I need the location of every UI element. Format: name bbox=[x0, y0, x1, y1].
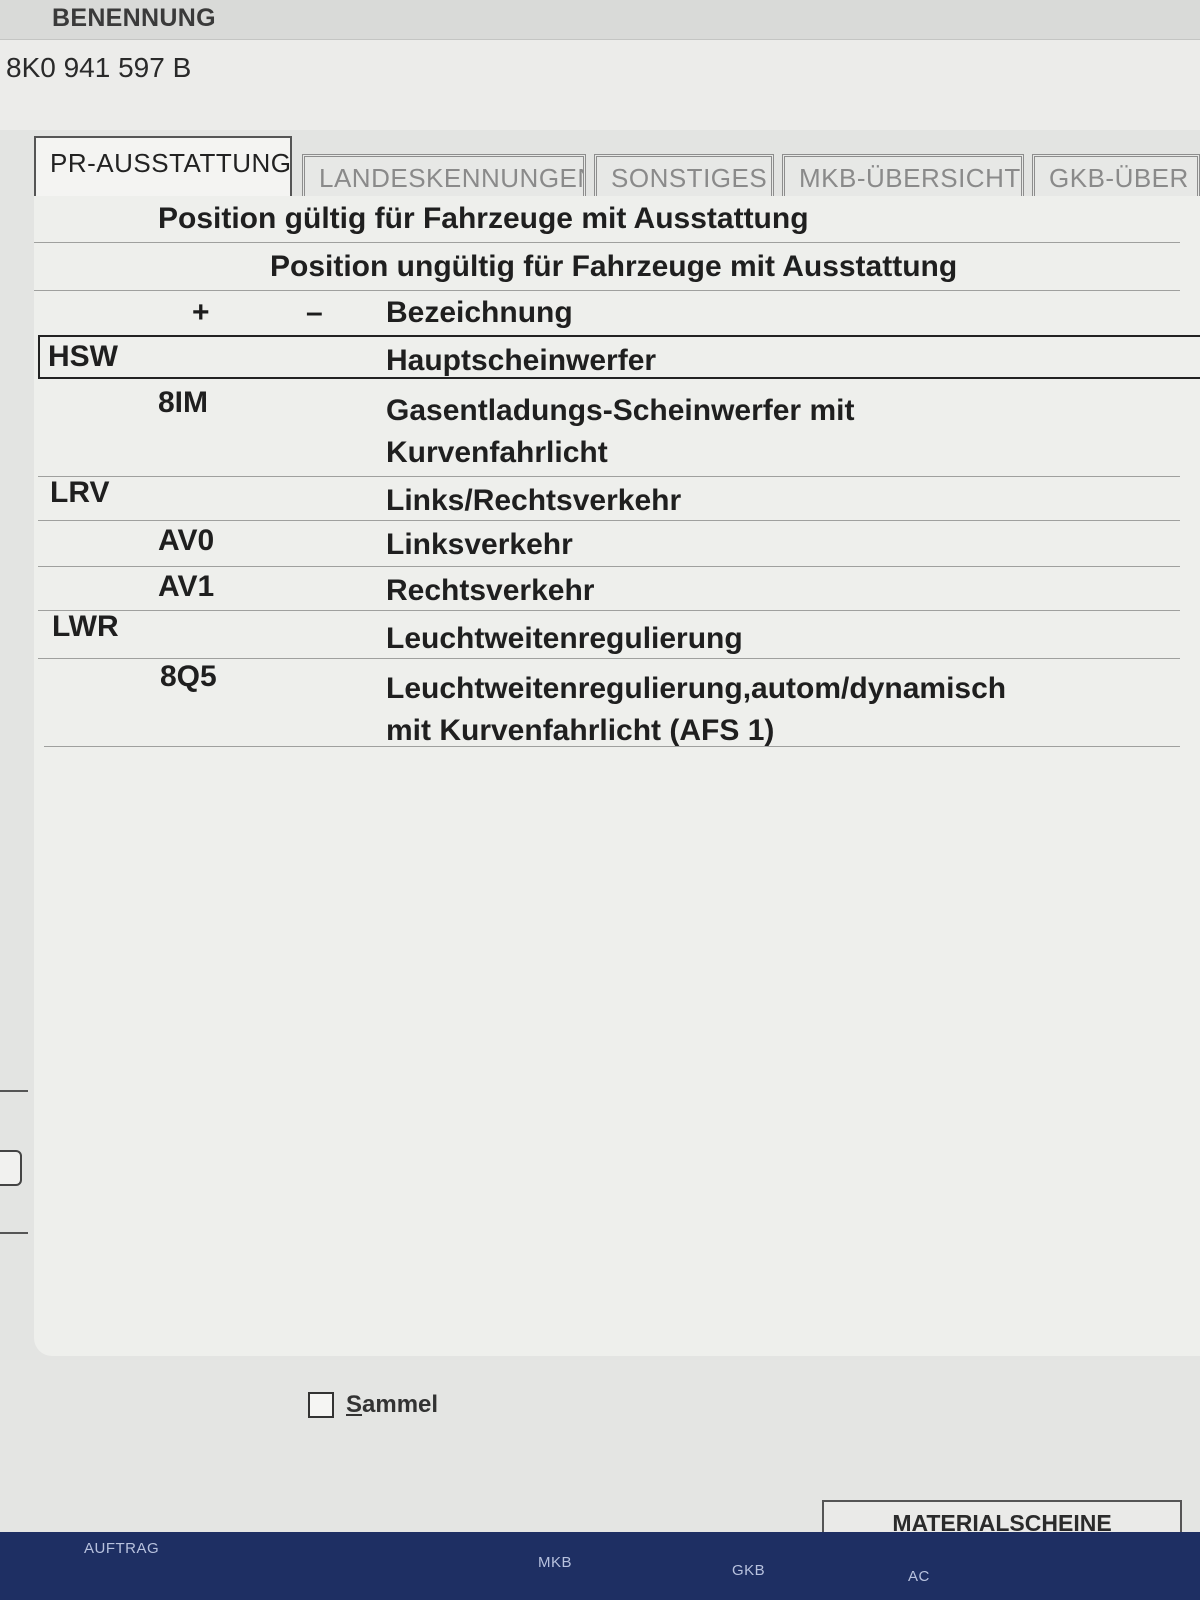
column-minus-header: – bbox=[306, 296, 323, 329]
bottom-nav-bar: AUFTRAG MKB GKB AC bbox=[0, 1532, 1200, 1600]
row-group-code: HSW bbox=[48, 340, 118, 373]
column-plus-header: + bbox=[192, 296, 210, 329]
tab-sonstiges[interactable]: SONSTIGES bbox=[594, 154, 774, 198]
sammel-checkbox[interactable] bbox=[308, 1392, 334, 1418]
left-edge-divider bbox=[0, 1090, 28, 1092]
sammel-label-text: ammel bbox=[362, 1391, 439, 1418]
row-description: Rechtsverkehr bbox=[386, 574, 595, 607]
header-invalid: Position ungültig für Fahrzeuge mit Auss… bbox=[270, 250, 958, 283]
row-plus-code: AV0 bbox=[158, 524, 215, 557]
row-description-line2: mit Kurvenfahrlicht (AFS 1) bbox=[386, 714, 775, 747]
divider bbox=[38, 520, 1180, 521]
row-description: Links/Rechtsverkehr bbox=[386, 484, 682, 517]
tab-pr-ausstattung[interactable]: PR-AUSSTATTUNG bbox=[34, 136, 292, 198]
row-description: Leuchtweitenregulierung bbox=[386, 622, 743, 655]
divider bbox=[34, 242, 1180, 243]
row-plus-code: AV1 bbox=[158, 570, 215, 603]
tab-bar: PR-AUSSTATTUNG LANDESKENNUNGEN SONSTIGES… bbox=[32, 136, 1200, 198]
row-description: Gasentladungs-Scheinwerfer mit bbox=[386, 394, 855, 427]
row-plus-code: 8IM bbox=[158, 386, 209, 419]
tab-mkb-uebersicht[interactable]: MKB-ÜBERSICHT bbox=[782, 154, 1024, 198]
divider bbox=[38, 610, 1180, 611]
side-handle-icon[interactable] bbox=[0, 1150, 22, 1186]
column-bezeichnung-header: Bezeichnung bbox=[386, 296, 573, 329]
divider bbox=[44, 746, 1180, 747]
row-description: Hauptscheinwerfer bbox=[386, 344, 657, 377]
bottom-nav-gkb[interactable]: GKB bbox=[732, 1562, 765, 1579]
row-description-line2: Kurvenfahrlicht bbox=[386, 436, 608, 469]
bottom-nav-ac[interactable]: AC bbox=[908, 1568, 930, 1585]
bottom-nav-auftrag[interactable]: AUFTRAG bbox=[84, 1540, 159, 1557]
row-group-code: LRV bbox=[50, 476, 110, 509]
header-valid: Position gültig für Fahrzeuge mit Aussta… bbox=[158, 202, 809, 235]
left-edge-divider bbox=[0, 1232, 28, 1234]
bottom-nav-mkb[interactable]: MKB bbox=[538, 1554, 572, 1571]
tab-gkb-uebersicht[interactable]: GKB-ÜBER bbox=[1032, 154, 1200, 198]
row-description: Linksverkehr bbox=[386, 528, 573, 561]
part-number: 8K0 941 597 B bbox=[6, 52, 192, 83]
sammel-mnemonic: S bbox=[346, 1391, 363, 1418]
pr-table-panel: Position gültig für Fahrzeuge mit Aussta… bbox=[34, 196, 1200, 1356]
divider bbox=[38, 476, 1180, 477]
benennung-label: BENENNUNG bbox=[52, 4, 216, 32]
title-strip: BENENNUNG bbox=[0, 0, 1200, 40]
divider bbox=[38, 566, 1180, 567]
row-description: Leuchtweitenregulierung,autom/dynamisch bbox=[386, 672, 1007, 705]
row-group-code: LWR bbox=[52, 610, 119, 643]
sammel-label[interactable]: Sammel bbox=[346, 1391, 438, 1419]
row-plus-code: 8Q5 bbox=[160, 660, 217, 693]
divider bbox=[34, 290, 1180, 291]
tab-landeskennungen[interactable]: LANDESKENNUNGEN bbox=[302, 154, 586, 198]
divider bbox=[38, 658, 1180, 659]
